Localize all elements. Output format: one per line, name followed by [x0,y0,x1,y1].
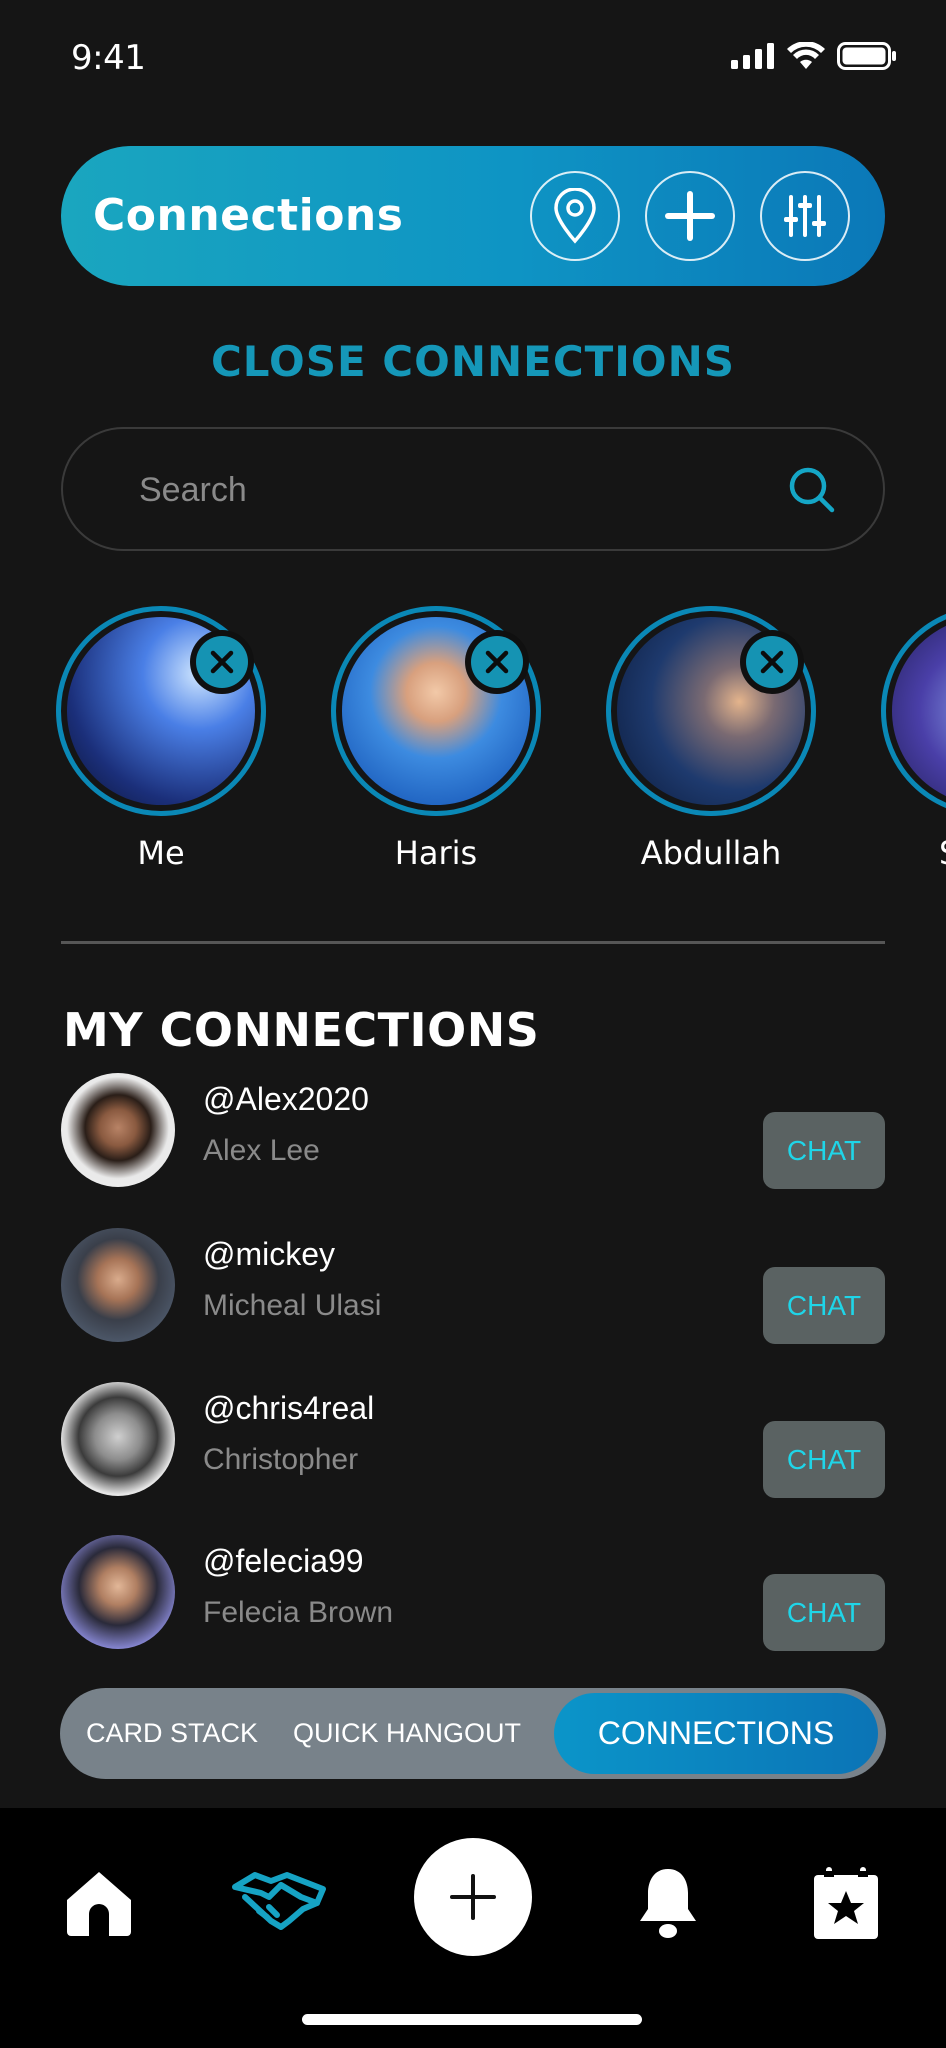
close-icon [760,650,784,674]
location-pin-icon [554,188,596,244]
sliders-icon [784,195,826,237]
tab-card-stack[interactable]: CARD STACK [86,1688,258,1779]
calendar-star-icon [814,1867,878,1939]
bottom-nav [0,1808,946,2048]
chat-button[interactable]: CHAT [763,1421,885,1498]
avatar[interactable] [881,606,946,816]
close-connections-heading: CLOSE CONNECTIONS [210,337,736,386]
search-input[interactable] [137,459,781,521]
chat-button[interactable]: CHAT [763,1574,885,1651]
search-field[interactable] [61,427,885,551]
home-indicator[interactable] [302,2014,642,2025]
list-item[interactable]: @chris4real Christopher CHAT [61,1382,885,1502]
close-icon [485,650,509,674]
battery-icon [837,42,896,70]
avatar[interactable] [61,1535,175,1649]
list-item[interactable]: @Alex2020 Alex Lee CHAT [61,1073,885,1193]
remove-close-connection-button[interactable] [465,630,529,694]
add-connection-button[interactable] [645,171,735,261]
home-icon [67,1872,131,1936]
avatar[interactable] [61,1228,175,1342]
divider [61,941,885,944]
connection-handle: @mickey [203,1236,336,1272]
bell-icon [640,1869,696,1938]
search-icon[interactable] [787,465,837,515]
location-button[interactable] [530,171,620,261]
connection-handle: @chris4real [203,1390,375,1426]
list-item[interactable]: @felecia99 Felecia Brown CHAT [61,1535,885,1655]
my-connections-heading: MY CONNECTIONS [63,1003,540,1057]
connection-handle: @Alex2020 [203,1081,369,1117]
close-connection-name: Haris [394,834,478,872]
plus-icon [665,191,715,241]
list-item[interactable]: @mickey Micheal Ulasi CHAT [61,1228,885,1348]
nav-home[interactable] [56,1860,142,1946]
connection-name: Micheal Ulasi [203,1289,382,1322]
view-switcher: CARD STACK QUICK HANGOUT CONNECTIONS [60,1688,886,1779]
close-connection-partial[interactable]: S [881,606,946,886]
avatar[interactable] [61,1382,175,1496]
remove-close-connection-button[interactable] [190,630,254,694]
chat-button[interactable]: CHAT [763,1112,885,1189]
signal-icon [731,43,774,69]
nav-connections[interactable] [230,1858,328,1948]
status-time: 9:41 [71,38,146,78]
connection-handle: @felecia99 [203,1543,364,1579]
close-connection-name: S [939,834,946,872]
tab-connections[interactable]: CONNECTIONS [554,1693,878,1774]
avatar[interactable] [61,1073,175,1187]
page-title: Connections [93,190,404,241]
wifi-icon [787,42,825,69]
nav-notifications[interactable] [628,1860,708,1946]
close-connection-name: Me [137,834,185,872]
remove-close-connection-button[interactable] [740,630,804,694]
status-icons [731,42,897,70]
close-connection-name: Abdullah [640,834,782,872]
filter-button[interactable] [760,171,850,261]
plus-icon [450,1874,496,1920]
chat-button[interactable]: CHAT [763,1267,885,1344]
tab-quick-hangout[interactable]: QUICK HANGOUT [293,1688,521,1779]
connection-name: Christopher [203,1443,359,1476]
connection-name: Alex Lee [203,1134,320,1167]
close-icon [210,650,234,674]
handshake-icon [232,1872,326,1930]
nav-create-button[interactable] [414,1838,532,1956]
connection-name: Felecia Brown [203,1596,394,1629]
nav-calendar[interactable] [806,1858,886,1948]
